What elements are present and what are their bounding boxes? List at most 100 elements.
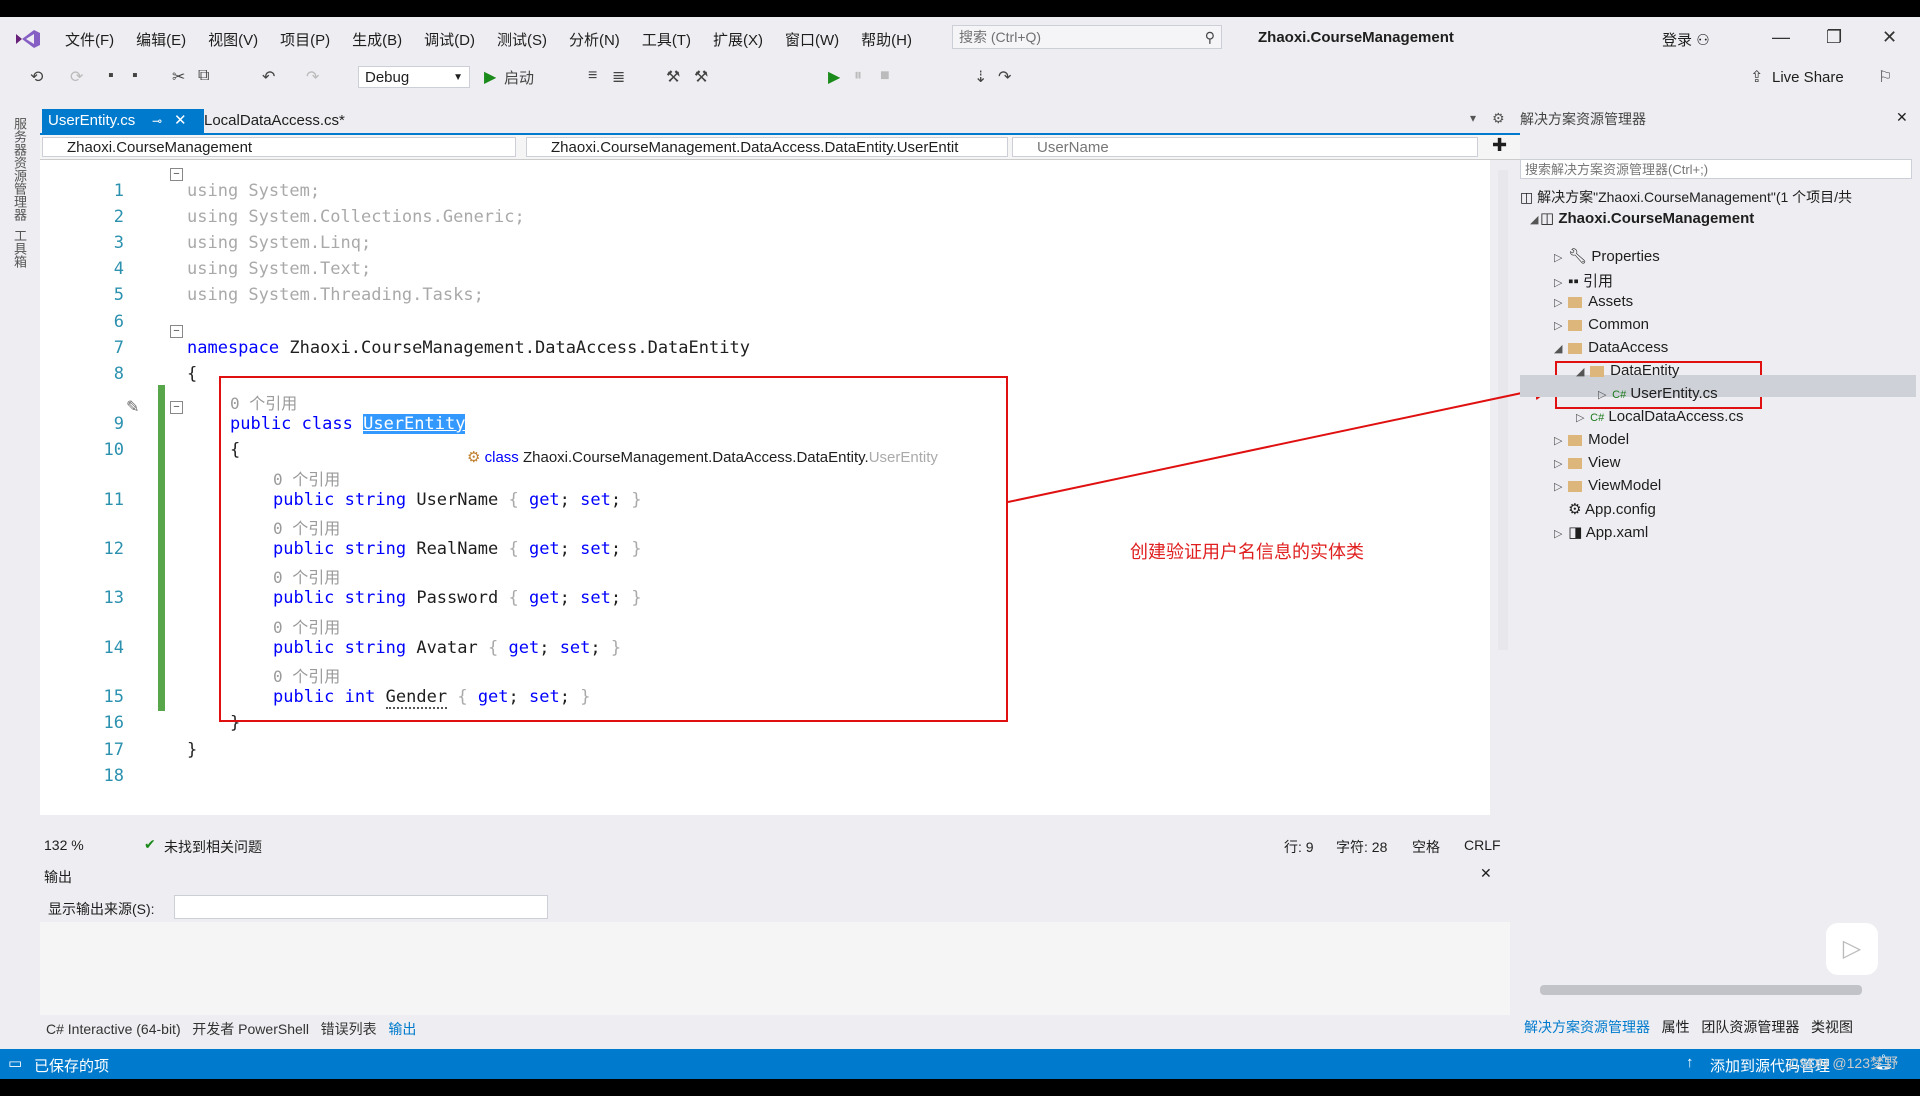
undo-icon[interactable]: ↶ <box>262 67 275 87</box>
fold-toggle[interactable]: − <box>170 401 183 414</box>
forward-icon[interactable]: ⟳ <box>70 67 83 87</box>
tree-item-view[interactable]: ▷ View <box>1554 454 1620 471</box>
config-file-icon: ⚙ <box>1568 501 1582 518</box>
menu-tools[interactable]: 工具(T) <box>642 29 691 50</box>
issues-status[interactable]: 未找到相关问题 <box>164 837 262 857</box>
minimize-button[interactable]: — <box>1772 27 1790 48</box>
rebuild-icon[interactable]: ⚒ <box>694 67 708 87</box>
member-dropdown[interactable]: UserName <box>1012 137 1478 157</box>
menu-build[interactable]: 生成(B) <box>352 29 402 50</box>
menu-test[interactable]: 测试(S) <box>497 29 547 50</box>
type-dropdown[interactable]: Zhaoxi.CourseManagement.DataAccess.DataE… <box>526 137 1008 157</box>
tree-item-appxaml[interactable]: ▷ ◨ App.xaml <box>1554 523 1648 541</box>
start-label[interactable]: 启动 <box>504 67 534 88</box>
output-text-area[interactable] <box>40 922 1510 1015</box>
horizontal-scrollbar[interactable] <box>1540 985 1862 995</box>
save-icon[interactable]: ▪ <box>108 67 114 85</box>
configuration-select[interactable]: Debug ▼ <box>358 66 470 88</box>
collapsed-icon: ▷ <box>1576 412 1585 424</box>
close-icon[interactable]: ✕ <box>174 109 187 133</box>
line-number: 12 <box>103 539 124 559</box>
close-icon[interactable]: ✕ <box>1480 865 1492 882</box>
tab-localdataaccess[interactable]: LocalDataAccess.cs* <box>198 109 351 133</box>
tab-userentity[interactable]: UserEntity.cs ⊸ ✕ <box>42 109 204 133</box>
rail-server-explorer[interactable]: 服务器资源管理器 <box>11 117 29 221</box>
solution-search-input[interactable]: 搜索解决方案资源管理器(Ctrl+;) <box>1520 159 1912 179</box>
tab-list-icon[interactable]: ▾ <box>1470 111 1476 125</box>
tab-csharp-interactive[interactable]: C# Interactive (64-bit) <box>46 1021 181 1037</box>
copy-icon[interactable]: ⧉ <box>198 67 209 85</box>
project-dropdown[interactable]: Zhaoxi.CourseManagement <box>42 137 516 157</box>
solution-bottom-tabs: 解决方案资源管理器 属性 团队资源管理器 类视图 <box>1524 1017 1853 1037</box>
tab-output[interactable]: 输出 <box>388 1021 416 1037</box>
line-number: 7 <box>113 338 124 358</box>
tab-class-view[interactable]: 类视图 <box>1811 1019 1853 1035</box>
tab-properties[interactable]: 属性 <box>1662 1019 1690 1035</box>
format-icon[interactable]: ≣ <box>612 67 625 87</box>
cut-icon[interactable]: ✂ <box>172 67 185 87</box>
quick-action-icon[interactable]: ✎ <box>126 397 139 417</box>
tab-team-explorer[interactable]: 团队资源管理器 <box>1701 1019 1799 1035</box>
pin-icon[interactable]: ⊸ <box>152 109 162 133</box>
quick-search-placeholder: 搜索 (Ctrl+Q) <box>959 29 1042 45</box>
start-icon[interactable]: ▶ <box>484 67 496 87</box>
run-no-debug-icon[interactable]: ▶ <box>828 67 840 87</box>
tree-item-dataaccess[interactable]: ◢ DataAccess <box>1554 339 1668 356</box>
back-icon[interactable]: ⟲ <box>30 67 43 87</box>
tree-item-properties[interactable]: ▷ 🔧︎ Properties <box>1554 247 1660 265</box>
quick-search-input[interactable]: 搜索 (Ctrl+Q) ⚲ <box>952 25 1222 49</box>
build-icon[interactable]: ⚒ <box>666 67 680 87</box>
pause-icon[interactable]: ⏸ <box>854 67 862 85</box>
step-over-icon[interactable]: ↷ <box>998 67 1011 87</box>
live-share-icon: ⇪ <box>1750 69 1764 86</box>
menu-analyze[interactable]: 分析(N) <box>569 29 620 50</box>
left-tool-rail: 服务器资源管理器 工具箱 <box>0 109 40 1049</box>
split-add-icon[interactable]: ✚ <box>1492 135 1507 156</box>
tab-powershell[interactable]: 开发者 PowerShell <box>192 1021 309 1037</box>
tab-error-list[interactable]: 错误列表 <box>321 1021 377 1037</box>
live-share-button[interactable]: Live Share <box>1772 69 1844 86</box>
feedback-icon[interactable]: ⚐ <box>1878 67 1892 87</box>
project-node[interactable]: ◢ ◫ Zhaoxi.CourseManagement <box>1530 209 1754 227</box>
solution-node[interactable]: ◫ 解决方案"Zhaoxi.CourseManagement"(1 个项目/共 <box>1520 187 1920 207</box>
menu-view[interactable]: 视图(V) <box>208 29 258 50</box>
menu-edit[interactable]: 编辑(E) <box>136 29 186 50</box>
tree-label: UserEntity.cs <box>1630 385 1718 402</box>
zoom-level[interactable]: 132 % <box>44 837 84 853</box>
rail-toolbox[interactable]: 工具箱 <box>11 229 29 268</box>
fold-toggle[interactable]: − <box>170 168 183 181</box>
tree-item-viewmodel[interactable]: ▷ ViewModel <box>1554 477 1661 494</box>
login-button[interactable]: 登录 ⚇ <box>1662 29 1710 50</box>
tab-label: LocalDataAccess.cs* <box>204 112 345 129</box>
stop-icon[interactable]: ■ <box>880 67 890 85</box>
output-source-select[interactable] <box>174 895 548 919</box>
tree-item-userentity[interactable]: ▷ C# UserEntity.cs <box>1598 385 1718 402</box>
tree-item-common[interactable]: ▷ Common <box>1554 316 1649 333</box>
menu-extensions[interactable]: 扩展(X) <box>713 29 763 50</box>
restore-button[interactable]: ❐ <box>1826 27 1842 48</box>
redo-icon[interactable]: ↷ <box>306 67 319 87</box>
tree-label: Model <box>1588 431 1630 448</box>
tree-item-dataentity[interactable]: ◢ DataEntity <box>1576 362 1679 379</box>
tab-solution-explorer[interactable]: 解决方案资源管理器 <box>1524 1019 1650 1035</box>
menu-window[interactable]: 窗口(W) <box>785 29 839 50</box>
tree-item-appconfig[interactable]: ⚙ App.config <box>1554 500 1656 518</box>
play-icon[interactable]: ▷ <box>1826 923 1878 975</box>
close-window-button[interactable]: ✕ <box>1882 27 1897 48</box>
menu-debug[interactable]: 调试(D) <box>424 29 475 50</box>
eol-indicator[interactable]: CRLF <box>1464 837 1501 853</box>
fold-toggle[interactable]: − <box>170 325 183 338</box>
tree-item-localdataaccess[interactable]: ▷ C# LocalDataAccess.cs <box>1576 408 1743 425</box>
menu-help[interactable]: 帮助(H) <box>861 29 912 50</box>
tree-item-model[interactable]: ▷ Model <box>1554 431 1629 448</box>
indent-icon[interactable]: ≡ <box>588 67 597 85</box>
step-into-icon[interactable]: ⇣ <box>974 67 987 87</box>
menu-file[interactable]: 文件(F) <box>65 29 114 50</box>
tree-item-references[interactable]: ▷ ▪▪ 引用 <box>1554 270 1613 291</box>
save-all-icon[interactable]: ▪ <box>132 67 138 85</box>
close-icon[interactable]: ✕ <box>1896 109 1908 126</box>
menu-project[interactable]: 项目(P) <box>280 29 330 50</box>
settings-icon[interactable]: ⚙ <box>1492 110 1505 127</box>
vertical-scrollbar[interactable] <box>1498 170 1508 650</box>
tree-item-assets[interactable]: ▷ Assets <box>1554 293 1633 310</box>
